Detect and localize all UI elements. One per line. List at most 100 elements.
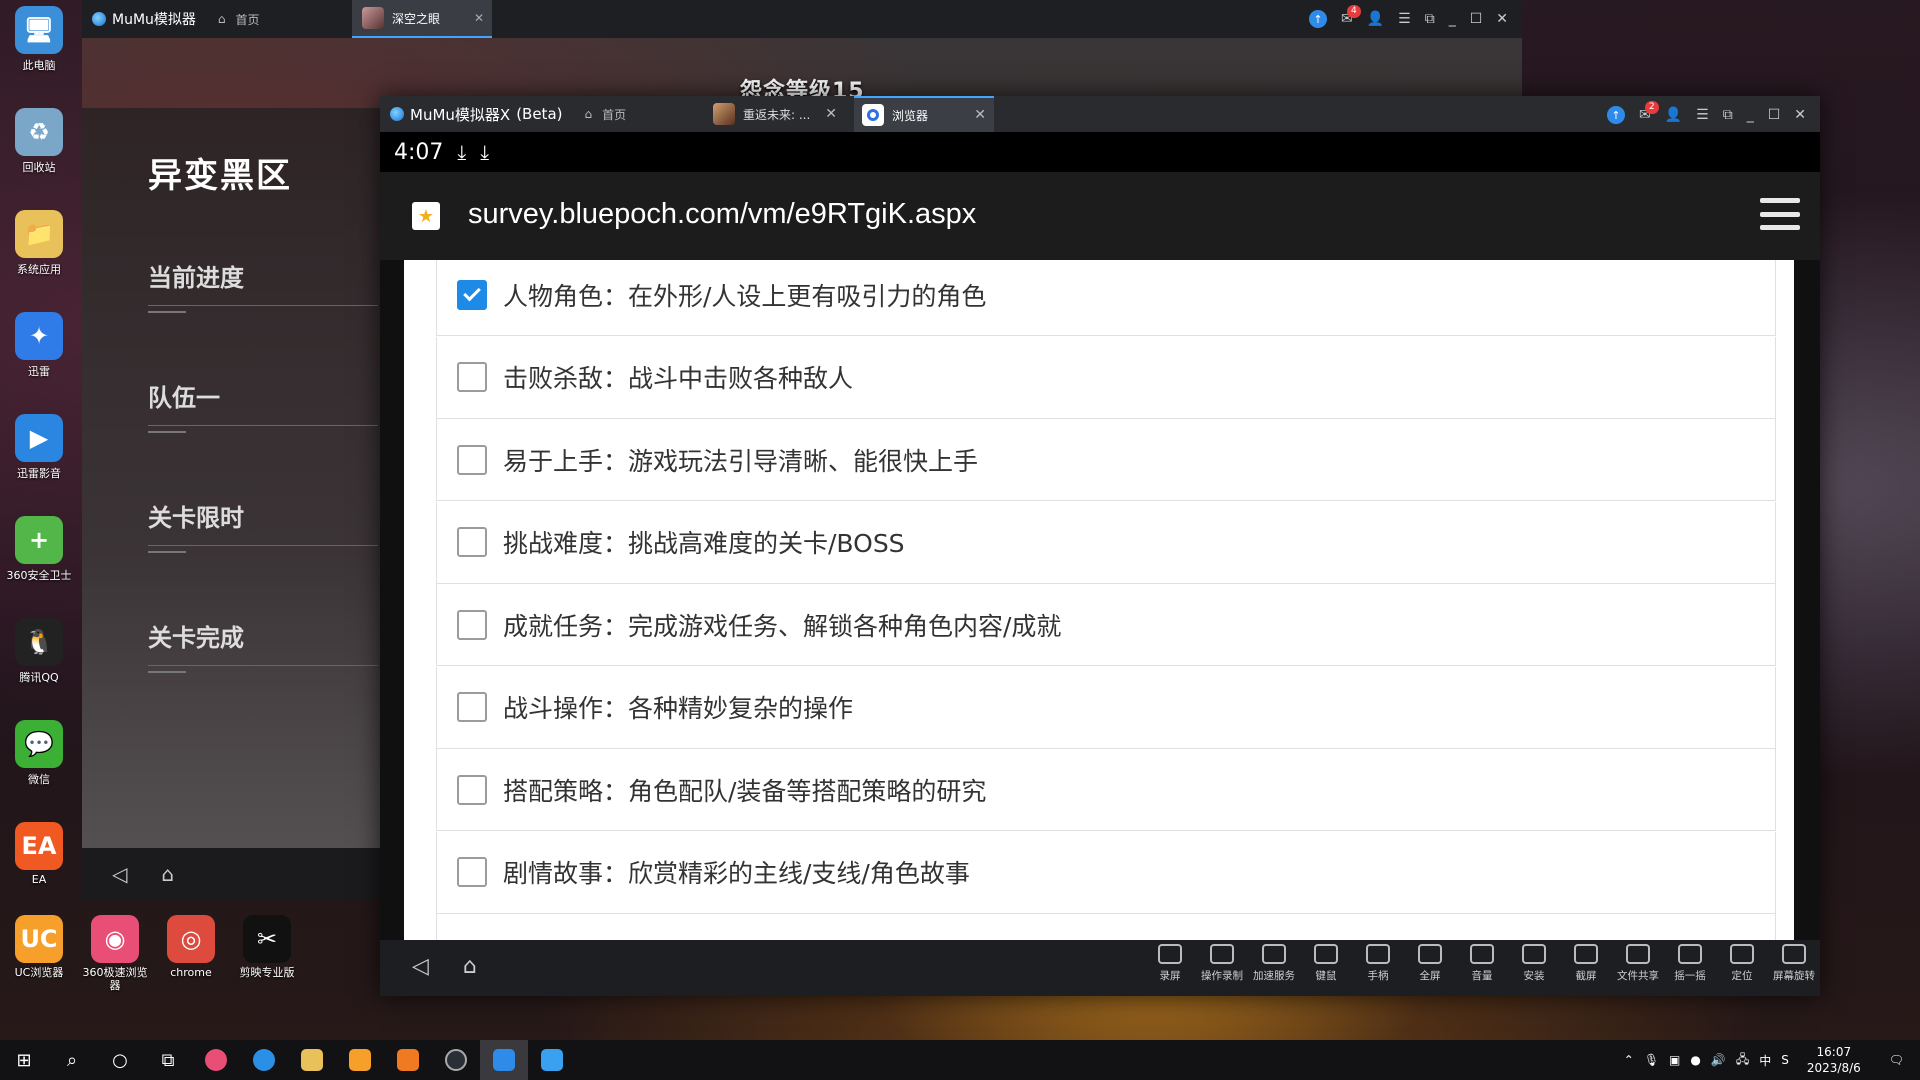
desktop-icon[interactable]: 📁 系统应用 <box>4 210 74 277</box>
desktop-icon[interactable]: ♻ 回收站 <box>4 108 74 175</box>
desktop-icon[interactable]: + 360安全卫士 <box>4 516 74 583</box>
option-checkbox[interactable] <box>457 774 487 805</box>
desktop-icon[interactable]: ▶ 迅雷影音 <box>4 414 74 481</box>
survey-option[interactable]: 搭配策略：角色配队/装备等搭配策略的研究 <box>436 749 1776 831</box>
toolbar-tool[interactable]: 操作录制 <box>1196 944 1248 983</box>
desktop-icon[interactable]: ✂ 剪映专业版 <box>232 915 302 979</box>
desktop-icon[interactable]: ◉ 360极速浏览器 <box>80 915 150 992</box>
back-nav-icon[interactable]: ◁ <box>412 954 429 979</box>
search-icon[interactable]: ⌕ <box>48 1040 96 1080</box>
front-home-tab[interactable]: ⌂ 首页 <box>584 106 626 123</box>
notification-icon[interactable]: 🗨 <box>1889 1053 1904 1067</box>
option-checkbox[interactable] <box>457 362 487 392</box>
desktop-icon[interactable]: 🐧 腾讯QQ <box>4 618 74 685</box>
toolbar-tool[interactable]: 手柄 <box>1352 944 1404 983</box>
toolbar-tool[interactable]: 截屏 <box>1560 944 1612 983</box>
maximize-icon[interactable]: ☐ <box>1768 107 1781 123</box>
survey-option-partial[interactable] <box>436 914 1776 940</box>
front-brand[interactable]: MuMu模拟器X (Beta) <box>390 104 562 125</box>
toolbar-tool[interactable]: 录屏 <box>1144 944 1196 983</box>
option-checkbox[interactable] <box>457 609 487 640</box>
taskbar-mumu[interactable] <box>480 1040 528 1080</box>
close-icon[interactable]: ✕ <box>1496 11 1508 27</box>
back-brand[interactable]: MuMu模拟器 <box>92 9 196 29</box>
tray-app-icon[interactable]: ▣ <box>1669 1053 1680 1067</box>
back-nav-icon[interactable]: ◁ <box>112 862 127 886</box>
taskbar-steam[interactable] <box>432 1040 480 1080</box>
taskbar-app-orange[interactable] <box>384 1040 432 1080</box>
home-nav-icon[interactable]: ⌂ <box>161 862 174 886</box>
microphone-icon[interactable]: 🎙 <box>1644 1053 1659 1067</box>
menu-current-progress[interactable]: 当前进度 <box>148 258 378 313</box>
option-checkbox[interactable] <box>457 444 487 475</box>
toolbar-tool[interactable]: 加速服务 <box>1248 944 1300 983</box>
taskbar-uc-browser[interactable] <box>336 1040 384 1080</box>
tab-reverse-1999[interactable]: 重返未来: ... ✕ <box>705 96 845 132</box>
survey-option[interactable]: 挑战难度：挑战高难度的关卡/BOSS <box>436 501 1776 584</box>
menu-icon[interactable]: ☰ <box>1398 11 1411 27</box>
survey-option[interactable]: 人物角色：在外形/人设上更有吸引力的角色 <box>436 260 1776 336</box>
option-checkbox[interactable] <box>457 692 487 722</box>
cortana-icon[interactable]: ○ <box>96 1040 144 1080</box>
desktop-icon[interactable]: 💬 微信 <box>4 720 74 787</box>
toolbar-tool[interactable]: 音量 <box>1456 944 1508 983</box>
option-checkbox[interactable] <box>457 857 487 887</box>
close-tab-icon[interactable]: ✕ <box>974 107 986 123</box>
desktop-icon[interactable]: ✦ 迅雷 <box>4 312 74 379</box>
menu-team-one[interactable]: 队伍一 <box>148 378 378 433</box>
menu-icon[interactable]: ☰ <box>1696 107 1709 123</box>
toolbar-tool[interactable]: 屏幕旋转 <box>1768 944 1820 983</box>
maximize-icon[interactable]: ☐ <box>1470 11 1483 27</box>
tab-browser[interactable]: 浏览器 ✕ <box>854 96 994 132</box>
toolbar-tool[interactable]: 定位 <box>1716 944 1768 983</box>
menu-stage-complete[interactable]: 关卡完成 <box>148 618 378 673</box>
desktop-icon[interactable]: EA EA <box>4 822 74 886</box>
survey-option[interactable]: 成就任务：完成游戏任务、解锁各种角色内容/成就 <box>436 584 1776 666</box>
toolbar-tool[interactable]: 全屏 <box>1404 944 1456 983</box>
taskbar-mumu-x[interactable] <box>528 1040 576 1080</box>
pin-icon[interactable]: ⧉ <box>1425 11 1435 27</box>
survey-option[interactable]: 剧情故事：欣赏精彩的主线/支线/角色故事 <box>436 831 1776 914</box>
survey-option[interactable]: 击败杀敌：战斗中击败各种敌人 <box>436 336 1776 419</box>
hamburger-menu-icon[interactable] <box>1760 198 1800 230</box>
taskbar-file-explorer[interactable] <box>288 1040 336 1080</box>
mail-icon[interactable]: ✉ 4 <box>1341 5 1361 27</box>
minimize-icon[interactable]: _ <box>1449 11 1456 27</box>
bookmark-star-icon[interactable]: ★ <box>412 202 440 230</box>
survey-option[interactable]: 战斗操作：各种精妙复杂的操作 <box>436 666 1776 749</box>
close-tab-icon[interactable]: ✕ <box>825 106 837 122</box>
menu-stage-time[interactable]: 关卡限时 <box>148 498 378 553</box>
update-icon[interactable]: ↑ <box>1308 10 1327 28</box>
back-tab-game[interactable]: 深空之眼 ✕ <box>352 0 492 38</box>
option-checkbox[interactable] <box>457 279 487 310</box>
volume-icon[interactable]: 🔊 <box>1711 1053 1726 1067</box>
task-view-icon[interactable]: ⧉ <box>144 1040 192 1080</box>
mail-icon[interactable]: ✉ 2 <box>1639 101 1659 123</box>
desktop-icon[interactable]: 🖥 此电脑 <box>4 6 74 73</box>
url-field[interactable]: survey.bluepoch.com/vm/e9RTgiK.aspx <box>468 198 976 231</box>
toolbar-tool[interactable]: 键鼠 <box>1300 944 1352 983</box>
tray-arrow-icon[interactable]: ⌃ <box>1624 1053 1634 1067</box>
pin-icon[interactable]: ⧉ <box>1723 107 1733 123</box>
survey-option[interactable]: 易于上手：游戏玩法引导清晰、能很快上手 <box>436 419 1776 501</box>
option-checkbox[interactable] <box>457 527 487 557</box>
desktop-icon[interactable]: UC UC浏览器 <box>4 915 74 979</box>
ime-label[interactable]: 中 <box>1759 1052 1771 1069</box>
sogou-icon[interactable]: S <box>1781 1053 1789 1067</box>
home-nav-icon[interactable]: ⌂ <box>463 954 477 979</box>
close-tab-icon[interactable]: ✕ <box>474 11 484 25</box>
toolbar-tool[interactable]: 摇一摇 <box>1664 944 1716 983</box>
taskbar-k-app[interactable] <box>240 1040 288 1080</box>
start-button[interactable]: ⊞ <box>0 1040 48 1080</box>
user-icon[interactable]: 👤 <box>1665 107 1682 123</box>
tray-360-icon[interactable]: ● <box>1690 1053 1700 1067</box>
toolbar-tool[interactable]: 文件共享 <box>1612 944 1664 983</box>
update-icon[interactable]: ↑ <box>1606 106 1625 124</box>
toolbar-tool[interactable]: 安装 <box>1508 944 1560 983</box>
user-icon[interactable]: 👤 <box>1367 11 1384 27</box>
back-home-tab[interactable]: ⌂ 首页 <box>218 11 260 28</box>
minimize-icon[interactable]: _ <box>1747 107 1754 123</box>
network-icon[interactable]: 🖧 <box>1736 1050 1749 1071</box>
clock[interactable]: 16:07 2023/8/6 <box>1807 1044 1861 1076</box>
desktop-icon[interactable]: ◎ chrome <box>156 915 226 979</box>
